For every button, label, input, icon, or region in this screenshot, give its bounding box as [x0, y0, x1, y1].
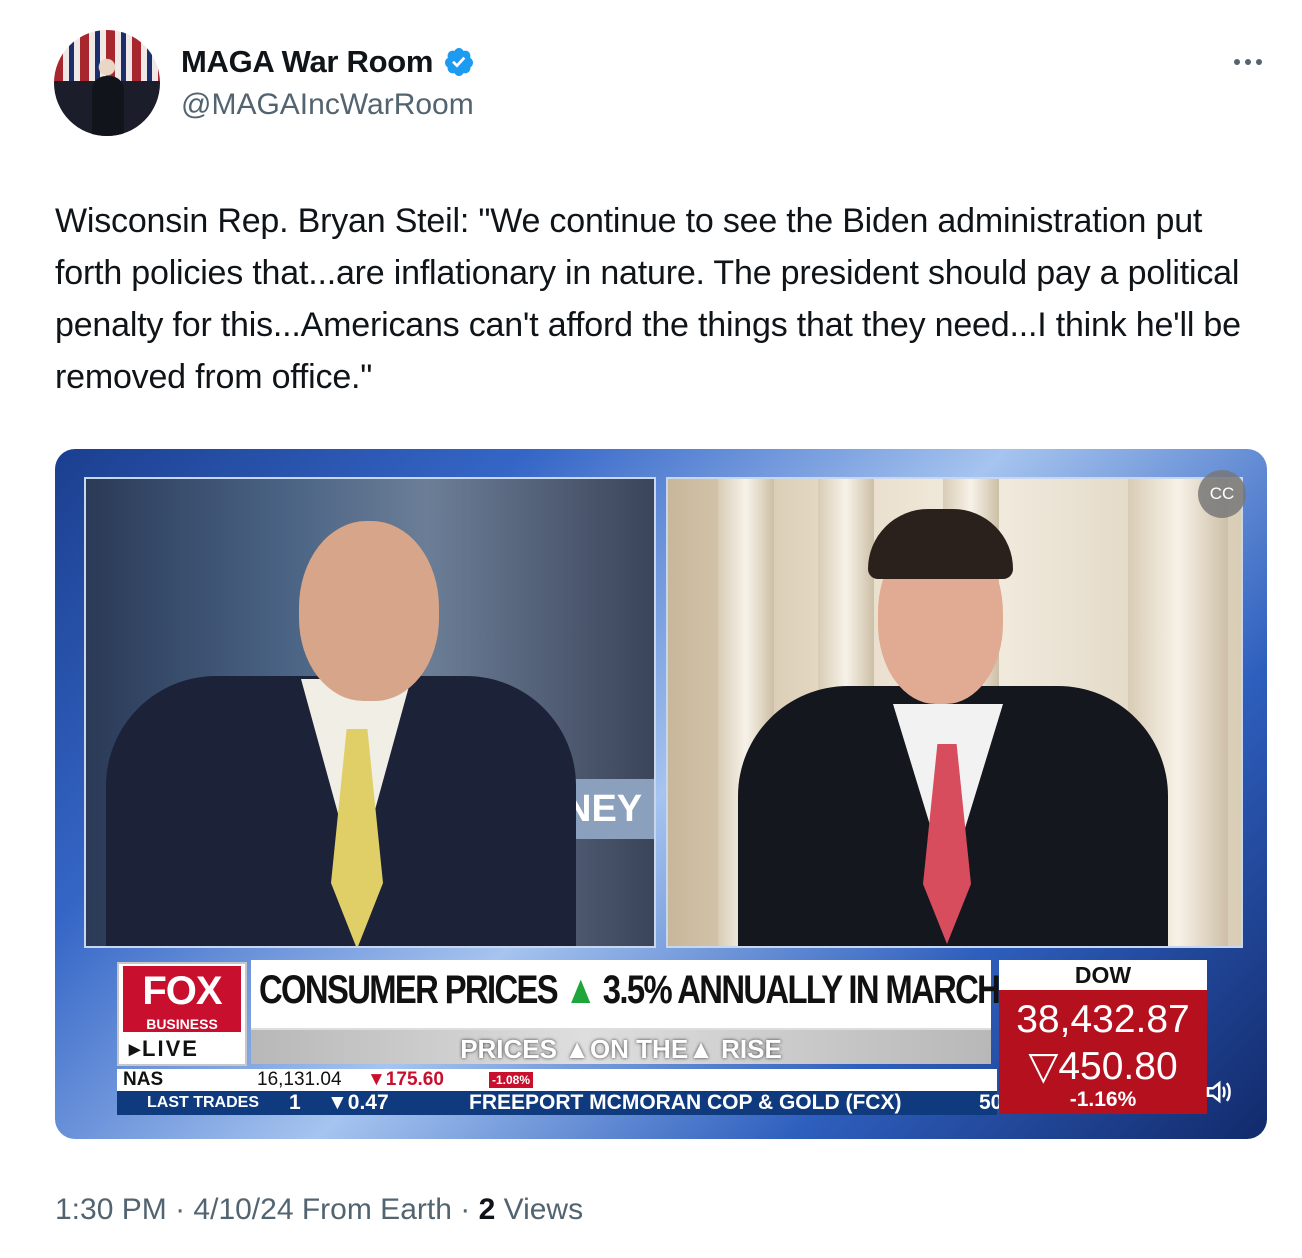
- dow-value: 38,432.87: [1016, 998, 1190, 1041]
- author-row: MAGA War Room: [181, 44, 475, 80]
- dow-box: DOW 38,432.87 ▽450.80 -1.16%: [999, 960, 1207, 1114]
- views-count: 2: [478, 1193, 496, 1226]
- chyron: FOX BUSINESS ▸LIVE CONSUMER PRICES ▲ 3.5…: [111, 955, 1261, 1115]
- closed-captions-icon[interactable]: CC: [1198, 470, 1246, 518]
- headline-bar: CONSUMER PRICES ▲ 3.5% ANNUALLY IN MARCH: [251, 960, 1001, 1030]
- headline-text: CONSUMER PRICES ▲ 3.5% ANNUALLY IN MARCH: [259, 968, 1001, 1012]
- ticker-top: NAS 16,131.04 ▼175.60 -1.08%: [117, 1069, 997, 1091]
- dow-pct: -1.16%: [1069, 1088, 1137, 1111]
- ticker-label: LAST TRADES: [147, 1094, 259, 1111]
- tweet-text: Wisconsin Rep. Bryan Steil: "We continue…: [55, 202, 1241, 396]
- dow-label: DOW: [999, 960, 1207, 990]
- verified-badge-icon: [445, 48, 474, 76]
- subhead-bar: PRICES ▲ON THE▲ RISE: [251, 1030, 991, 1064]
- ticker-bottom: LAST TRADES 1 ▼0.47 FREEPORT MCMORAN COP…: [117, 1091, 1002, 1115]
- network-sub-text: BUSINESS: [123, 1016, 241, 1032]
- avatar[interactable]: [54, 30, 160, 136]
- subhead-text: PRICES ▲ON THE▲ RISE: [460, 1034, 782, 1064]
- ticker-company: FREEPORT MCMORAN COP & GOLD (FCX): [469, 1091, 902, 1114]
- dow-change: ▽450.80: [1028, 1045, 1178, 1088]
- separator: ·: [175, 1193, 186, 1226]
- ticker-pct: -1.08%: [489, 1072, 534, 1088]
- more-options-icon[interactable]: [1234, 55, 1266, 69]
- video-player[interactable]: NEY FOX BUSINESS ▸LIVE CONSUMER PRICES ▲…: [55, 449, 1267, 1139]
- tweet-date[interactable]: 4/10/24: [193, 1193, 293, 1226]
- tweet-time[interactable]: 1:30 PM: [55, 1193, 167, 1226]
- author-name[interactable]: MAGA War Room: [181, 44, 433, 80]
- fox-business-logo: FOX BUSINESS ▸LIVE: [117, 962, 247, 1066]
- tweet-meta: 1:30 PM · 4/10/24 From Earth · 2 Views: [55, 1193, 583, 1227]
- separator: ·: [460, 1193, 471, 1226]
- video-left-panel: NEY: [84, 477, 656, 948]
- views-label: Views: [503, 1193, 584, 1226]
- live-label: ▸LIVE: [129, 1036, 199, 1061]
- tweet-source: From Earth: [301, 1193, 452, 1226]
- ticker-item: 1: [289, 1091, 301, 1114]
- network-logo-text: FOX: [123, 966, 241, 1016]
- ticker-value: 16,131.04: [257, 1069, 342, 1090]
- ticker-change: ▼175.60: [367, 1069, 444, 1090]
- host-head: [299, 521, 439, 701]
- ticker-index: NAS: [123, 1069, 164, 1090]
- ticker-item-change: ▼0.47: [327, 1091, 389, 1114]
- speaker-icon[interactable]: [1198, 1077, 1238, 1117]
- avatar-figure: [92, 76, 124, 136]
- author-handle[interactable]: @MAGAIncWarRoom: [181, 88, 474, 122]
- video-right-panel: [666, 477, 1243, 948]
